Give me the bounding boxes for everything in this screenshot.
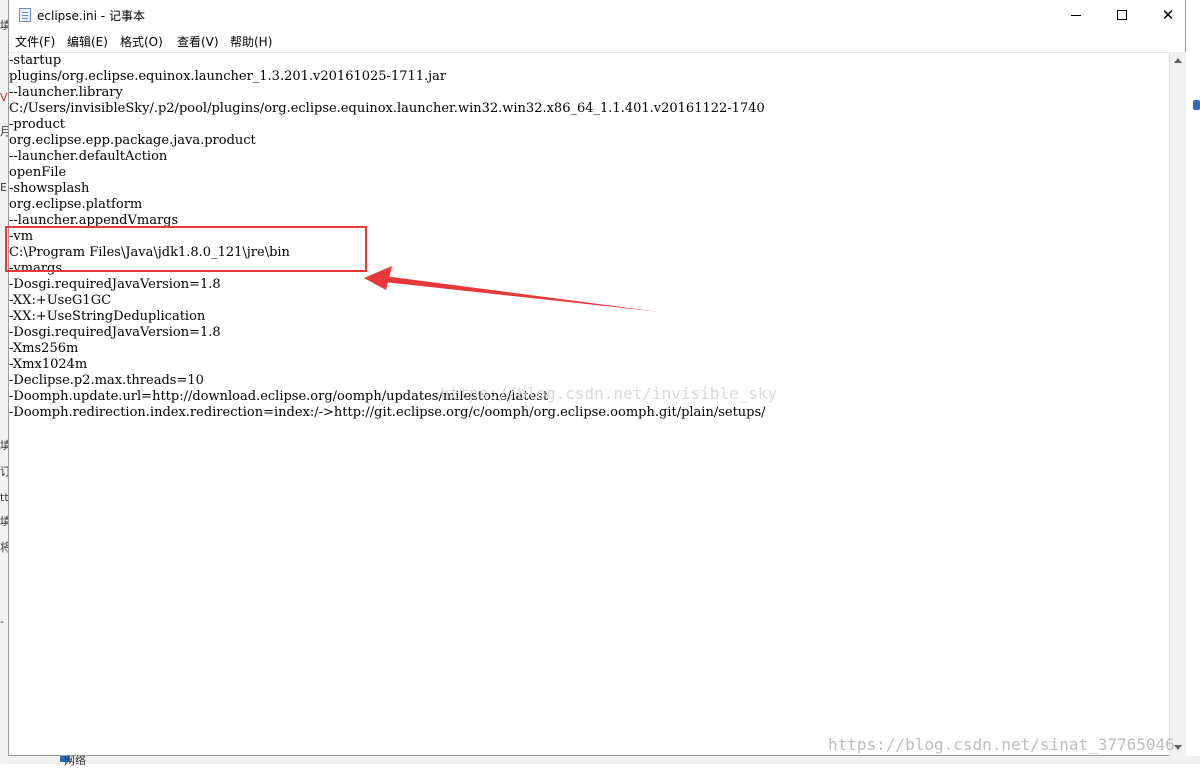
maximize-button[interactable] [1099,0,1145,30]
text-line: -product [9,117,65,132]
text-line: org.eclipse.epp.package.java.product [9,133,256,148]
watermark-text: https://blog.csdn.net/sinat_37765046 [828,735,1175,754]
text-line: -showsplash [9,181,90,196]
menu-view[interactable]: 查看(V) [177,33,219,50]
text-editor-area[interactable]: -startup plugins/org.eclipse.equinox.lau… [9,52,1169,756]
background-text-fragment: - [0,615,4,628]
text-line: -Xmx1024m [9,357,88,372]
minimize-button[interactable] [1053,0,1099,30]
vertical-scrollbar[interactable] [1169,52,1186,756]
minimize-icon [1071,14,1081,16]
text-line: -Doomph.redirection.index.redirection=in… [9,405,766,420]
background-text-fragment: V [0,91,8,104]
scroll-down-arrow-icon[interactable] [1174,745,1182,750]
text-line: org.eclipse.platform [9,197,143,212]
text-line: -startup [9,53,62,68]
background-taskbar-strip [8,756,1200,764]
menu-bar: 文件(F) 编辑(E) 格式(O) 查看(V) 帮助(H) [9,30,1185,50]
text-line: -Dosgi.requiredJavaVersion=1.8 [9,277,221,292]
maximize-icon [1117,10,1127,20]
text-line: -XX:+UseG1GC [9,293,112,308]
background-text-fragment: E [0,181,7,194]
text-line: -Dosgi.requiredJavaVersion=1.8 [9,325,221,340]
text-line: openFile [9,165,67,180]
text-line: --launcher.defaultAction [9,149,168,164]
notepad-window: eclipse.ini - 记事本 ✕ 文件(F) 编辑(E) 格式(O) 查看… [8,0,1186,756]
menu-help[interactable]: 帮助(H) [230,33,272,50]
title-bar[interactable]: eclipse.ini - 记事本 ✕ [9,0,1185,30]
menu-format[interactable]: 格式(O) [120,33,163,50]
text-line: --launcher.library [9,85,123,100]
menu-file[interactable]: 文件(F) [15,33,55,50]
scroll-up-arrow-icon[interactable] [1174,58,1182,63]
close-icon: ✕ [1161,6,1175,24]
annotation-highlight-box [5,226,367,272]
notepad-icon [19,8,31,22]
text-line: C:/Users/invisibleSky/.p2/pool/plugins/o… [9,101,765,116]
menu-edit[interactable]: 编辑(E) [67,33,108,50]
close-button[interactable]: ✕ [1145,0,1191,30]
watermark-text: https://blog.csdn.net/invisible_sky [440,384,778,403]
text-line: -XX:+UseStringDeduplication [9,309,206,324]
text-line: -Xms256m [9,341,79,356]
window-title: eclipse.ini - 记事本 [37,9,145,23]
background-icon [1193,100,1200,110]
text-line: plugins/org.eclipse.equinox.launcher_1.3… [9,69,447,84]
